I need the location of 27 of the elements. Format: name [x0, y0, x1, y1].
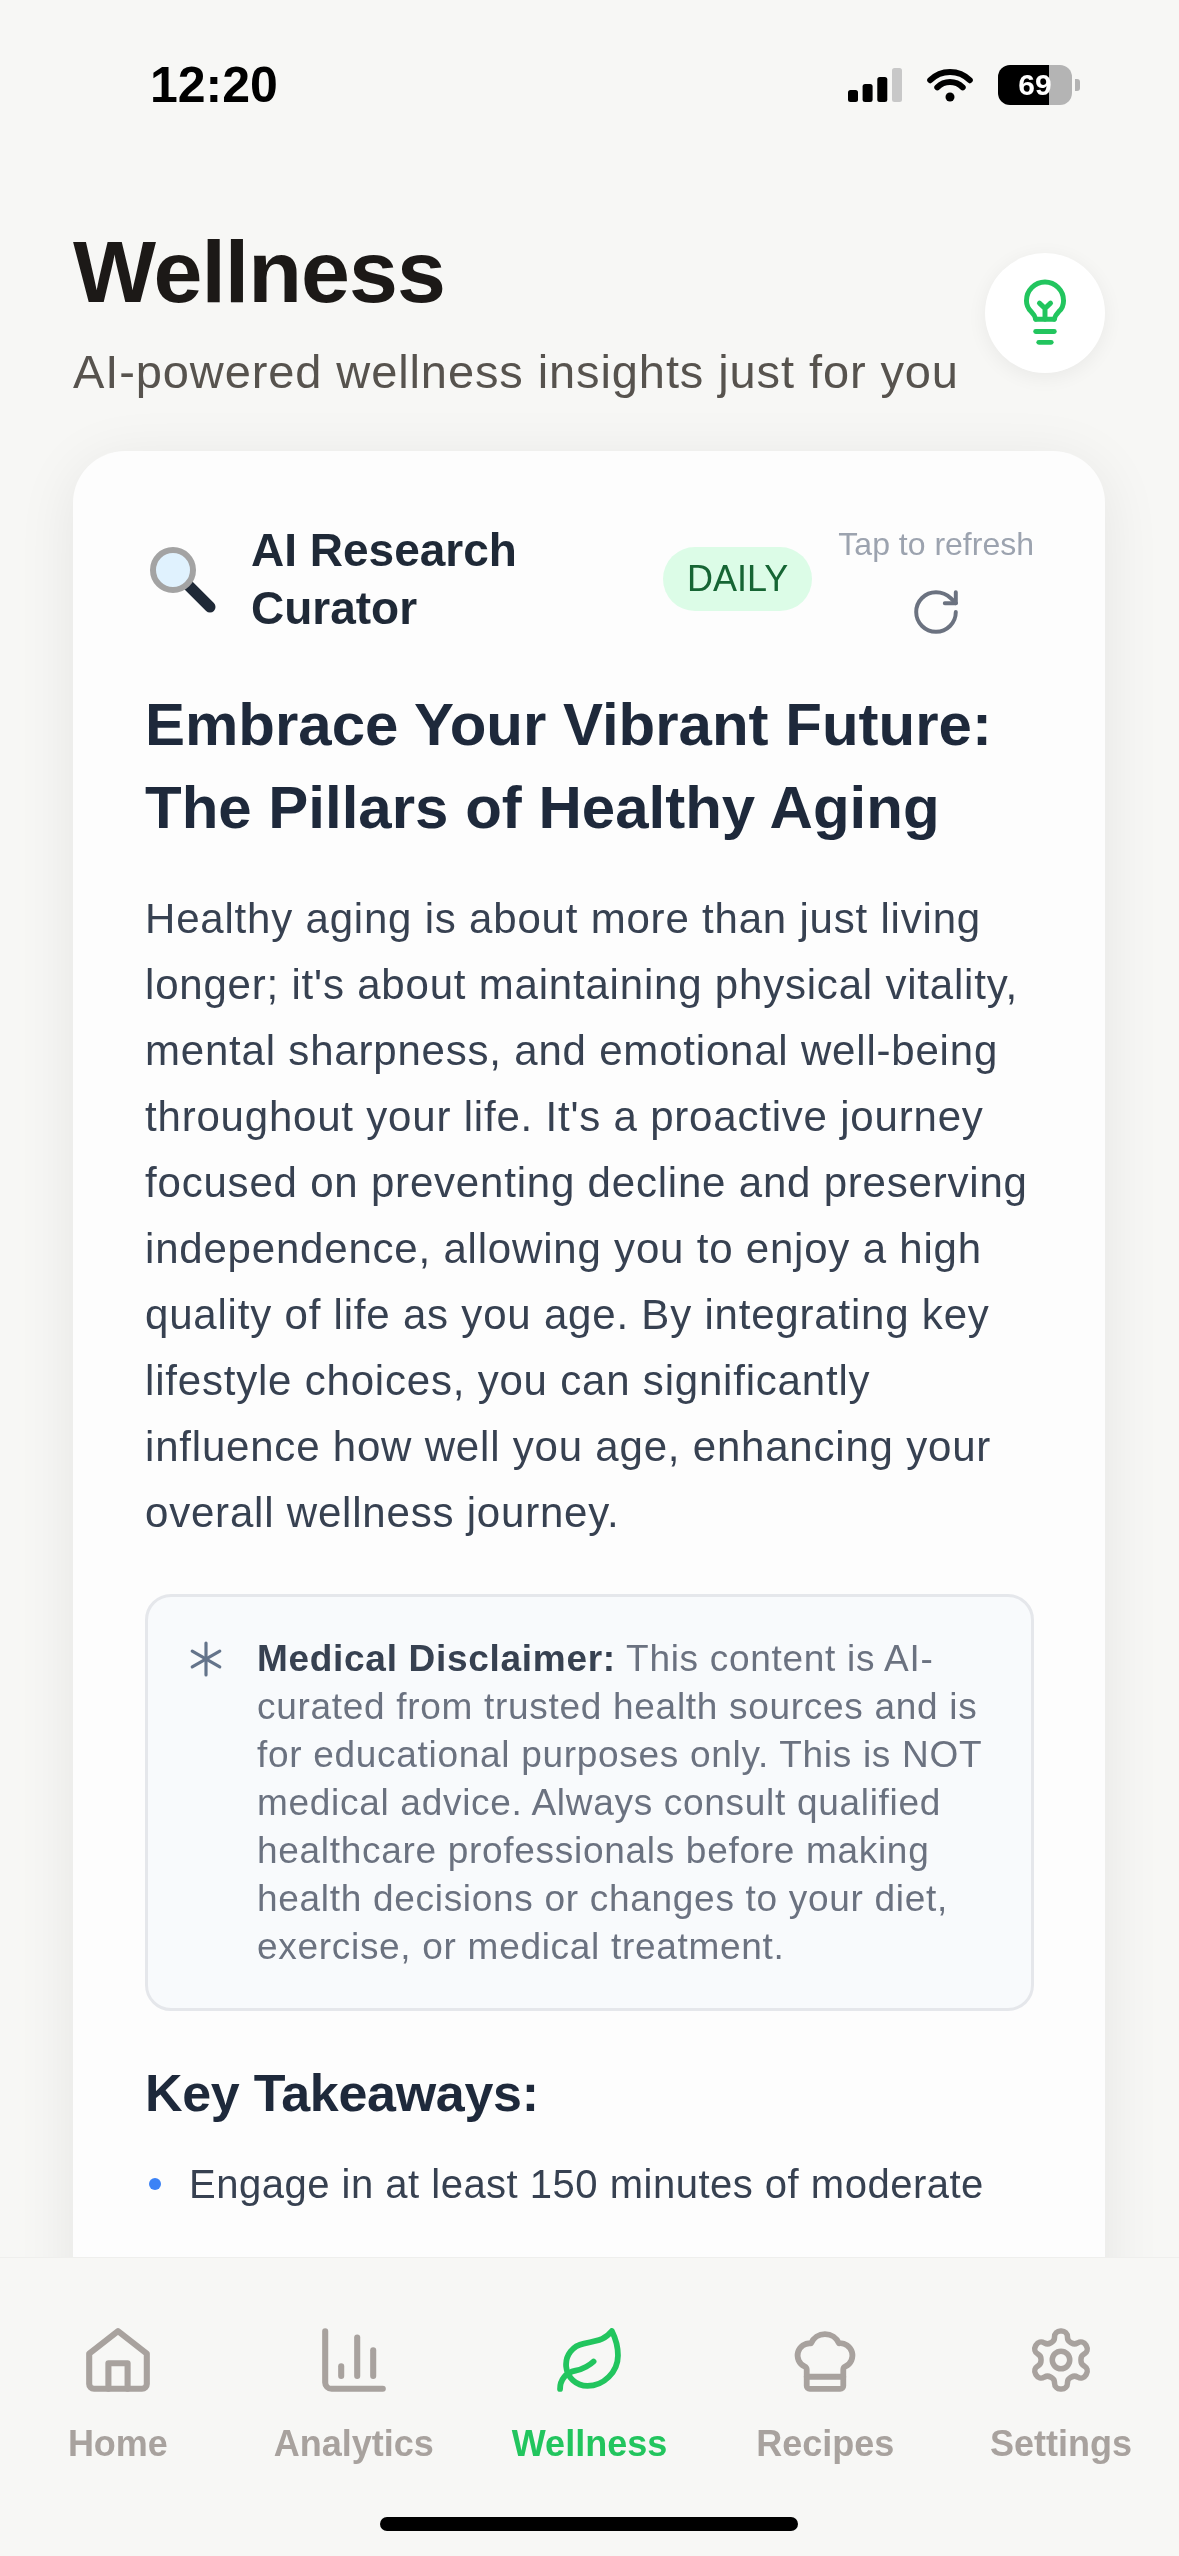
- refresh-icon: [914, 589, 959, 634]
- disclaimer-text: Medical Disclaimer: This content is AI-curated from trusted health sources and is for educational purposes only. This is NOT medical advice. Always consult qualified healthcare professionals before making health decisions or changes to your diet, exercise, or medical treatment.: [257, 1637, 983, 1969]
- takeaway-text: Engage in at least 150 minutes of moderate: [189, 2161, 984, 2208]
- frequency-badge: DAILY: [662, 547, 813, 611]
- leaf-icon: [557, 2328, 622, 2392]
- signal-icon: [848, 68, 902, 102]
- nav-tab[interactable]: Analytics: [273, 2328, 434, 2466]
- magnifier-icon: [147, 544, 217, 614]
- page-subtitle: AI-powered wellness insights just for you: [73, 344, 960, 400]
- asterisk-icon: [188, 1641, 224, 1677]
- house-icon: [85, 2328, 150, 2392]
- nav-tab[interactable]: Recipes: [756, 2328, 895, 2466]
- section-heading: Key Takeaways:: [145, 2063, 540, 2124]
- status-time: 12:20: [150, 56, 278, 114]
- chef-hat-icon: [793, 2328, 858, 2392]
- wifi-icon: [926, 68, 974, 102]
- lightbulb-icon: [1023, 279, 1067, 347]
- bullet-icon: [149, 2178, 161, 2190]
- source-name: AI Research Curator: [251, 523, 518, 636]
- article-body: Healthy aging is about more than just living longer; it's about maintaining physical vitality, mental sharpness, and emotional well-being throughout your life. It's a proactive journey focused on preventing decline and preserving independence, allowing you to enjoy a high quality of life as you age. By integrating key lifestyle choices, you can significantly influence how well you age, enhancing your overall wellness journey.: [145, 894, 1029, 1538]
- bar-chart-icon: [321, 2328, 386, 2392]
- refresh-button[interactable]: Tap to refresh: [838, 524, 1034, 634]
- page-title: Wellness: [73, 226, 446, 318]
- article-title: Embrace Your Vibrant Future: The Pillars of Healthy Aging: [145, 690, 993, 843]
- nav-tab[interactable]: Settings: [990, 2328, 1133, 2466]
- nav-tab[interactable]: Home: [67, 2328, 168, 2466]
- nav-tab[interactable]: Wellness: [511, 2328, 668, 2466]
